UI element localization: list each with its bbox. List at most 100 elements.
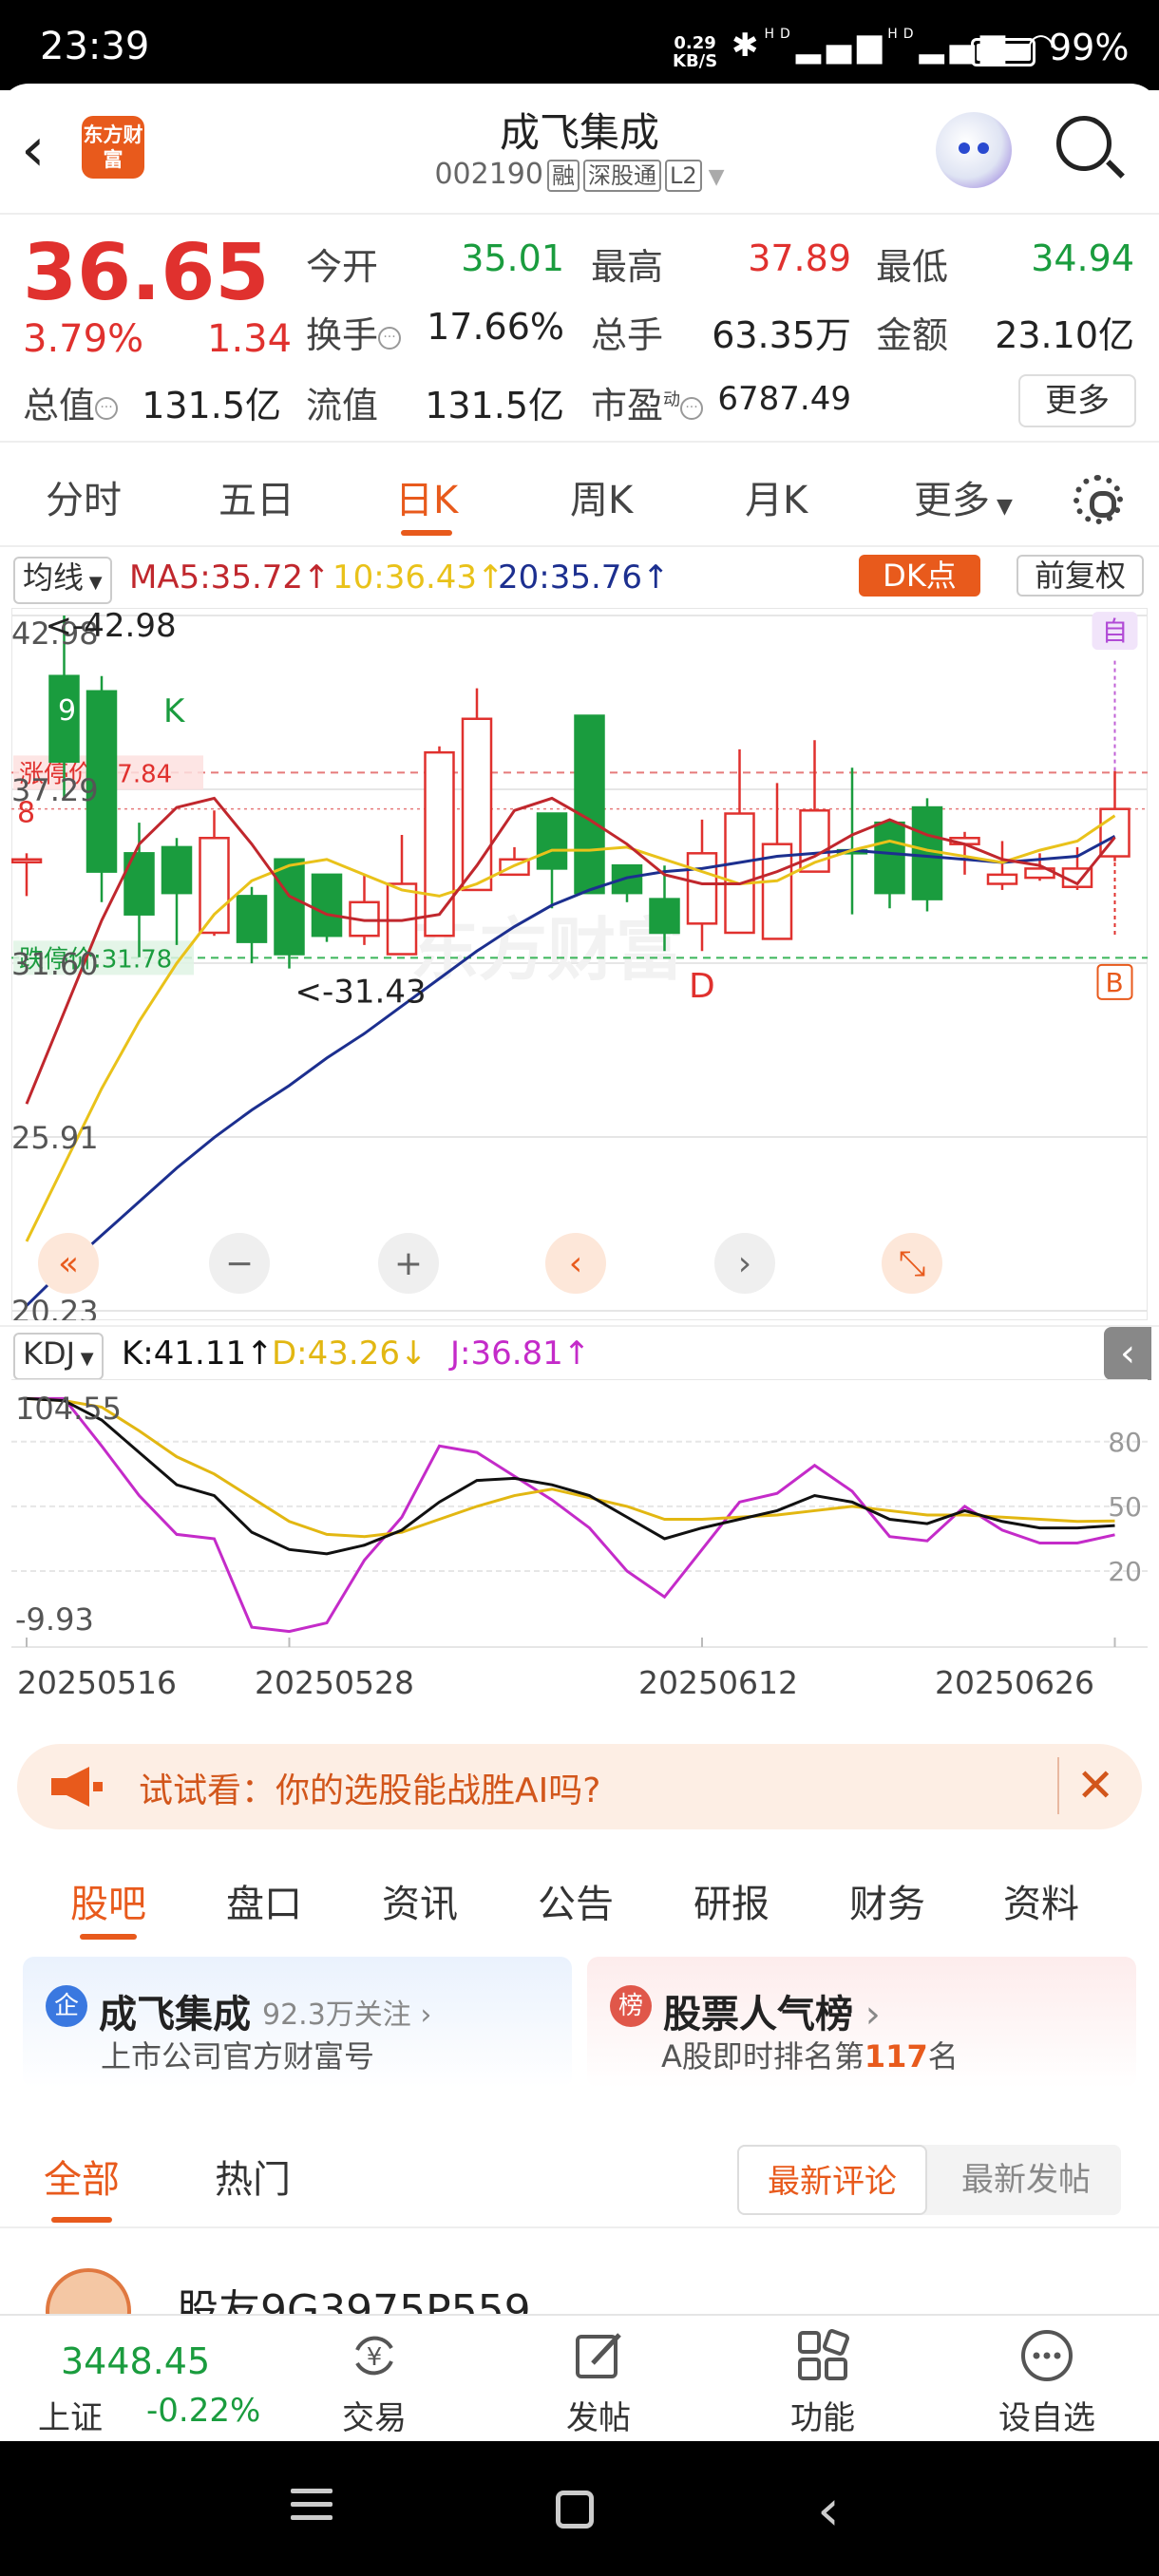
change-percent: 3.79% bbox=[23, 317, 144, 361]
menu-icon[interactable] bbox=[291, 2489, 332, 2529]
section-tabs: 股吧 盘口 资讯 公告 研报 财务 资料 bbox=[0, 1852, 1159, 1947]
tab-orderbook[interactable]: 盘口 bbox=[226, 1873, 302, 1928]
collapse-left-icon[interactable]: « bbox=[38, 1233, 99, 1294]
collapse-panel-button[interactable]: ‹ bbox=[1104, 1327, 1151, 1380]
avatar[interactable] bbox=[46, 2268, 131, 2314]
tab-financials[interactable]: 财务 bbox=[849, 1873, 925, 1928]
status-time: 23:39 bbox=[40, 25, 150, 68]
tab-daily-k[interactable]: 日K bbox=[395, 469, 458, 536]
ma5-value: MA5:35.72↑ bbox=[129, 559, 331, 597]
kdj-right-tick: 50 bbox=[1108, 1491, 1142, 1523]
card-title: 股票人气榜 › bbox=[663, 1993, 881, 2036]
tab-all-posts[interactable]: 全部 bbox=[44, 2149, 120, 2223]
control-glyph: ‹ bbox=[569, 1244, 582, 1283]
tab-news[interactable]: 资讯 bbox=[382, 1873, 458, 1928]
kdj-k-value: K:41.11↑ bbox=[122, 1335, 274, 1373]
tab-weekly-k[interactable]: 周K bbox=[570, 469, 633, 524]
date-label: 20250528 bbox=[255, 1664, 414, 1701]
kdj-max-label: 104.55 bbox=[15, 1391, 122, 1427]
y-tick-label: 25.91 bbox=[11, 1120, 99, 1156]
more-quote-button[interactable]: 更多 bbox=[1018, 374, 1136, 427]
volume-label: 总手 bbox=[591, 314, 664, 356]
network-speed: 0.29 KB/S bbox=[673, 33, 718, 71]
index-value: 3448.45 bbox=[61, 2340, 211, 2382]
candle-down bbox=[274, 858, 305, 956]
tab-intraday[interactable]: 分时 bbox=[46, 469, 122, 524]
post-item[interactable]: 股友9G3975P559 bbox=[0, 2228, 1159, 2314]
candle-down bbox=[611, 863, 643, 895]
nav-post[interactable]: 发帖 bbox=[532, 2327, 665, 2438]
change-amount: 1.34 bbox=[207, 317, 293, 361]
turnover-label[interactable]: 换手 ··· bbox=[306, 306, 402, 358]
sort-latest-comment[interactable]: 最新评论 bbox=[737, 2145, 927, 2215]
amount-value: 23.10亿 bbox=[995, 314, 1134, 356]
card-subtitle: 上市公司官方财富号 bbox=[101, 2038, 375, 2074]
zoom-in-icon[interactable]: + bbox=[378, 1233, 439, 1294]
nav-trade[interactable]: ¥ 交易 bbox=[308, 2327, 441, 2438]
info-icon: ··· bbox=[95, 396, 119, 420]
kdj-j-value: J:36.81↑ bbox=[450, 1335, 591, 1373]
candle-up bbox=[724, 812, 755, 935]
tab-forum[interactable]: 股吧 bbox=[70, 1873, 146, 1940]
y-tick-label: 31.60 bbox=[11, 946, 99, 982]
candle-down bbox=[236, 895, 268, 943]
official-account-card[interactable]: 企 成飞集成 92.3万关注 › 上市公司官方财富号 bbox=[23, 1957, 572, 2088]
close-icon[interactable]: ✕ bbox=[1057, 1757, 1114, 1814]
tab-monthly-k[interactable]: 月K bbox=[745, 469, 808, 524]
high-marker: <-42.98 bbox=[46, 608, 177, 645]
control-glyph: ⤡ bbox=[899, 1244, 926, 1283]
candlestick-chart[interactable]: 东方财富涨停价:37.84跌停价:31.7842.9837.2931.6025.… bbox=[11, 608, 1148, 1320]
kdj-d-value: D:43.26↓ bbox=[272, 1335, 428, 1373]
nav-add-watchlist[interactable]: 设自选 bbox=[980, 2327, 1113, 2438]
card-title: 成飞集成 bbox=[99, 1993, 251, 2036]
kdj-select[interactable]: KDJ ▼ bbox=[13, 1333, 104, 1380]
prev-icon[interactable]: ‹ bbox=[545, 1233, 606, 1294]
gear-icon[interactable] bbox=[1074, 475, 1123, 524]
pe-label[interactable]: 市盈动 ··· bbox=[591, 376, 704, 428]
back-nav-icon[interactable]: ‹ bbox=[817, 2477, 840, 2544]
tab-five-day[interactable]: 五日 bbox=[218, 469, 294, 524]
index-change: -0.22% bbox=[146, 2392, 261, 2430]
comment-tabs: 全部 热门 最新评论 最新发帖 bbox=[0, 2124, 1159, 2228]
low-label: 最低 bbox=[876, 246, 949, 288]
rank-text: A股即时排名第117名 bbox=[661, 2038, 959, 2074]
nav-functions[interactable]: 功能 bbox=[756, 2327, 889, 2438]
zoom-out-icon[interactable]: − bbox=[209, 1233, 270, 1294]
popularity-rank-card[interactable]: 榜 股票人气榜 › A股即时排名第117名 bbox=[587, 1957, 1136, 2088]
megaphone-icon bbox=[51, 1767, 103, 1807]
fullscreen-icon[interactable]: ⤡ bbox=[882, 1233, 942, 1294]
battery-percent: 99% bbox=[1049, 27, 1130, 68]
index-ticker[interactable]: 3448.45 上证 -0.22% bbox=[0, 2316, 285, 2443]
ai-robot-avatar[interactable] bbox=[936, 112, 1012, 188]
kdj-right-tick: 20 bbox=[1108, 1556, 1142, 1587]
candle-up bbox=[11, 858, 43, 864]
bottom-nav: 3448.45 上证 -0.22% ¥ 交易 发帖 功能 设自选 bbox=[0, 2314, 1159, 2441]
adjust-select[interactable]: 前复权 bbox=[1016, 555, 1144, 597]
candle-down bbox=[649, 898, 680, 935]
sort-latest-post[interactable]: 最新发帖 bbox=[931, 2145, 1121, 2215]
dk-point-button[interactable]: DK点 bbox=[859, 555, 980, 597]
chevron-down-icon[interactable]: ▼ bbox=[702, 165, 725, 189]
stock-code: 002190 bbox=[434, 158, 543, 191]
ma10-value: 10:36.43↑ bbox=[332, 559, 504, 597]
tab-more-periods[interactable]: 更多 ▼ bbox=[914, 469, 1013, 524]
search-icon[interactable] bbox=[1056, 116, 1112, 171]
indicator-select[interactable]: 均线 ▼ bbox=[13, 557, 112, 604]
date-label: 20250612 bbox=[638, 1664, 798, 1701]
tab-research[interactable]: 研报 bbox=[694, 1873, 770, 1928]
open-value: 35.01 bbox=[461, 237, 564, 279]
date-axis: 20250516 20250528 20250612 20250626 bbox=[0, 1664, 1159, 1721]
edit-icon bbox=[576, 2333, 621, 2378]
promo-banner[interactable]: 试试看：你的选股能战胜AI吗? ✕ bbox=[17, 1744, 1142, 1829]
high-label: 最高 bbox=[591, 246, 664, 288]
control-glyph: − bbox=[225, 1244, 254, 1283]
tab-hot-posts[interactable]: 热门 bbox=[215, 2149, 291, 2204]
tab-profile[interactable]: 资料 bbox=[1003, 1873, 1079, 1928]
tab-announcements[interactable]: 公告 bbox=[538, 1873, 614, 1928]
rank-icon: 榜 bbox=[610, 1985, 652, 2027]
signal-b: B bbox=[1106, 967, 1124, 998]
total-mv-label[interactable]: 总值 ··· bbox=[23, 376, 119, 428]
post-username[interactable]: 股友9G3975P559 bbox=[177, 2276, 531, 2314]
next-icon[interactable]: › bbox=[714, 1233, 775, 1294]
home-icon[interactable] bbox=[556, 2491, 594, 2529]
